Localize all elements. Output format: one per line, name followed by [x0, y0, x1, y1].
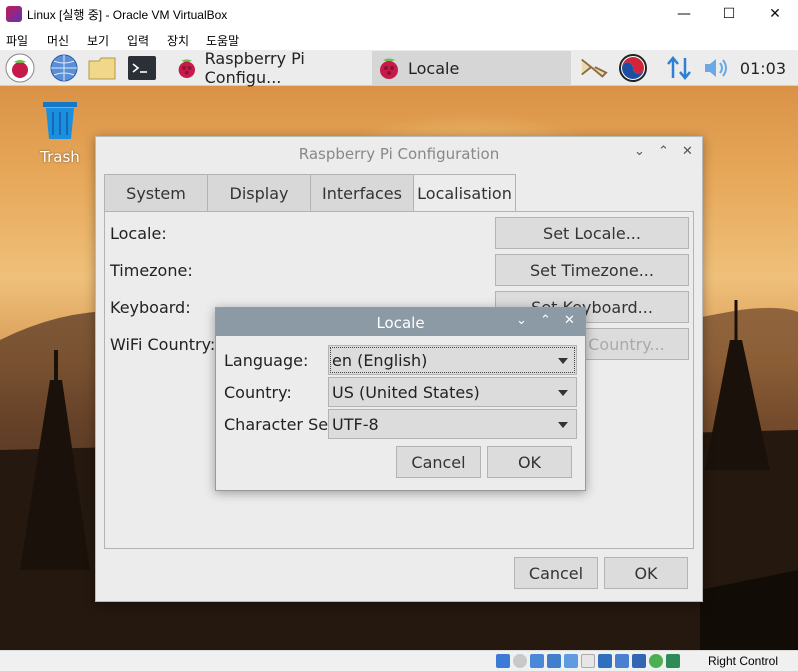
trash-label: Trash: [40, 148, 80, 166]
dropdown-arrow-icon: [558, 358, 568, 364]
country-select[interactable]: US (United States): [328, 377, 577, 407]
network-adapter-icon[interactable]: [547, 654, 561, 668]
volume-icon[interactable]: [701, 53, 731, 83]
display-icon[interactable]: [598, 654, 612, 668]
dropdown-arrow-icon: [558, 390, 568, 396]
trash-desktop-icon[interactable]: Trash: [38, 100, 82, 166]
close-icon[interactable]: ✕: [564, 313, 575, 328]
language-select[interactable]: en (English): [328, 345, 577, 375]
web-browser-icon[interactable]: [49, 53, 79, 83]
mouse-integration-icon[interactable]: [649, 654, 663, 668]
dropdown-arrow-icon: [558, 422, 568, 428]
taskbar-task-label: Raspberry Pi Configu...: [204, 50, 305, 87]
locale-ok-button[interactable]: OK: [487, 446, 572, 478]
menu-devices[interactable]: 장치: [167, 32, 189, 49]
language-value: en (English): [332, 350, 428, 370]
locale-titlebar[interactable]: Locale ⌄ ⌃ ✕: [216, 308, 585, 336]
chevron-down-icon[interactable]: ⌄: [516, 313, 527, 328]
file-manager-icon[interactable]: [87, 53, 117, 83]
audio-icon[interactable]: [530, 654, 544, 668]
minimize-button[interactable]: —: [661, 0, 707, 28]
tab-display[interactable]: Display: [207, 174, 311, 212]
set-timezone-button[interactable]: Set Timezone...: [495, 254, 689, 286]
usb-icon[interactable]: [564, 654, 578, 668]
terminal-icon[interactable]: [127, 53, 157, 83]
locale-title: Locale: [376, 314, 425, 332]
chevron-up-icon[interactable]: ⌃: [540, 313, 551, 328]
host-key-label: Right Control: [707, 654, 778, 668]
character-set-select[interactable]: UTF-8: [328, 409, 577, 439]
menu-help[interactable]: 도움말: [206, 32, 239, 49]
keyboard-label: Keyboard:: [110, 298, 191, 317]
bluetooth-icon[interactable]: [578, 53, 608, 83]
tab-localisation[interactable]: Localisation: [413, 174, 516, 213]
trash-icon: [43, 102, 77, 139]
host-statusbar: Right Control: [0, 650, 798, 671]
clock: 01:03: [739, 59, 786, 78]
virtualbox-icon: [6, 6, 22, 22]
chevron-up-icon[interactable]: ⌃: [658, 144, 669, 159]
locale-label: Locale:: [110, 224, 167, 243]
country-label: Country:: [224, 383, 292, 402]
taskbar-task-label: Locale: [408, 58, 460, 78]
close-button[interactable]: ✕: [752, 0, 798, 28]
hard-disk-icon[interactable]: [496, 654, 510, 668]
maximize-button[interactable]: ☐: [706, 0, 752, 28]
close-icon[interactable]: ✕: [682, 144, 693, 159]
country-value: US (United States): [332, 382, 480, 402]
network-icon[interactable]: [664, 53, 694, 83]
optical-drive-icon[interactable]: [513, 654, 527, 668]
tab-interfaces[interactable]: Interfaces: [310, 174, 414, 212]
taskbar-task-raspberry-config[interactable]: Raspberry Pi Configu...: [171, 50, 370, 87]
timezone-label: Timezone:: [110, 261, 193, 280]
shared-folders-icon[interactable]: [581, 654, 595, 668]
keyboard-capture-icon[interactable]: [666, 654, 680, 668]
chevron-down-icon[interactable]: ⌄: [634, 144, 645, 159]
status-icons: [496, 654, 680, 668]
menu-view[interactable]: 보기: [87, 32, 109, 49]
taskbar-task-locale[interactable]: Locale: [372, 51, 571, 85]
cpu-icon[interactable]: [632, 654, 646, 668]
raspberry-pi-icon: [380, 58, 398, 79]
input-method-icon[interactable]: [618, 53, 648, 83]
wifi-country-label: WiFi Country:: [110, 335, 216, 354]
config-ok-button[interactable]: OK: [604, 557, 688, 589]
locale-dialog: Locale ⌄ ⌃ ✕ Language: en (English) Coun…: [215, 307, 586, 491]
menu-machine[interactable]: 머신: [47, 32, 69, 49]
guest-taskbar: Raspberry Pi Configu... Locale 01:03: [0, 50, 798, 87]
menu-input[interactable]: 입력: [127, 32, 149, 49]
host-window-title: Linux [실행 중] - Oracle VM VirtualBox: [27, 8, 228, 22]
character-set-value: UTF-8: [332, 414, 379, 434]
config-titlebar[interactable]: Raspberry Pi Configuration ⌄ ⌃ ✕: [96, 137, 702, 169]
locale-cancel-button[interactable]: Cancel: [396, 446, 481, 478]
config-title: Raspberry Pi Configuration: [298, 145, 500, 163]
set-locale-button[interactable]: Set Locale...: [495, 217, 689, 249]
raspberry-pi-icon: [178, 59, 195, 78]
host-window-titlebar: Linux [실행 중] - Oracle VM VirtualBox — ☐ …: [0, 0, 798, 28]
tab-system[interactable]: System: [104, 174, 208, 212]
menu-file[interactable]: 파일: [6, 32, 28, 49]
config-cancel-button[interactable]: Cancel: [514, 557, 598, 589]
character-set-label: Character Set:: [224, 415, 340, 434]
recording-icon[interactable]: [615, 654, 629, 668]
host-menubar: 파일 머신 보기 입력 장치 도움말: [0, 28, 798, 50]
raspberry-menu-icon[interactable]: [5, 53, 35, 83]
language-label: Language:: [224, 351, 309, 370]
